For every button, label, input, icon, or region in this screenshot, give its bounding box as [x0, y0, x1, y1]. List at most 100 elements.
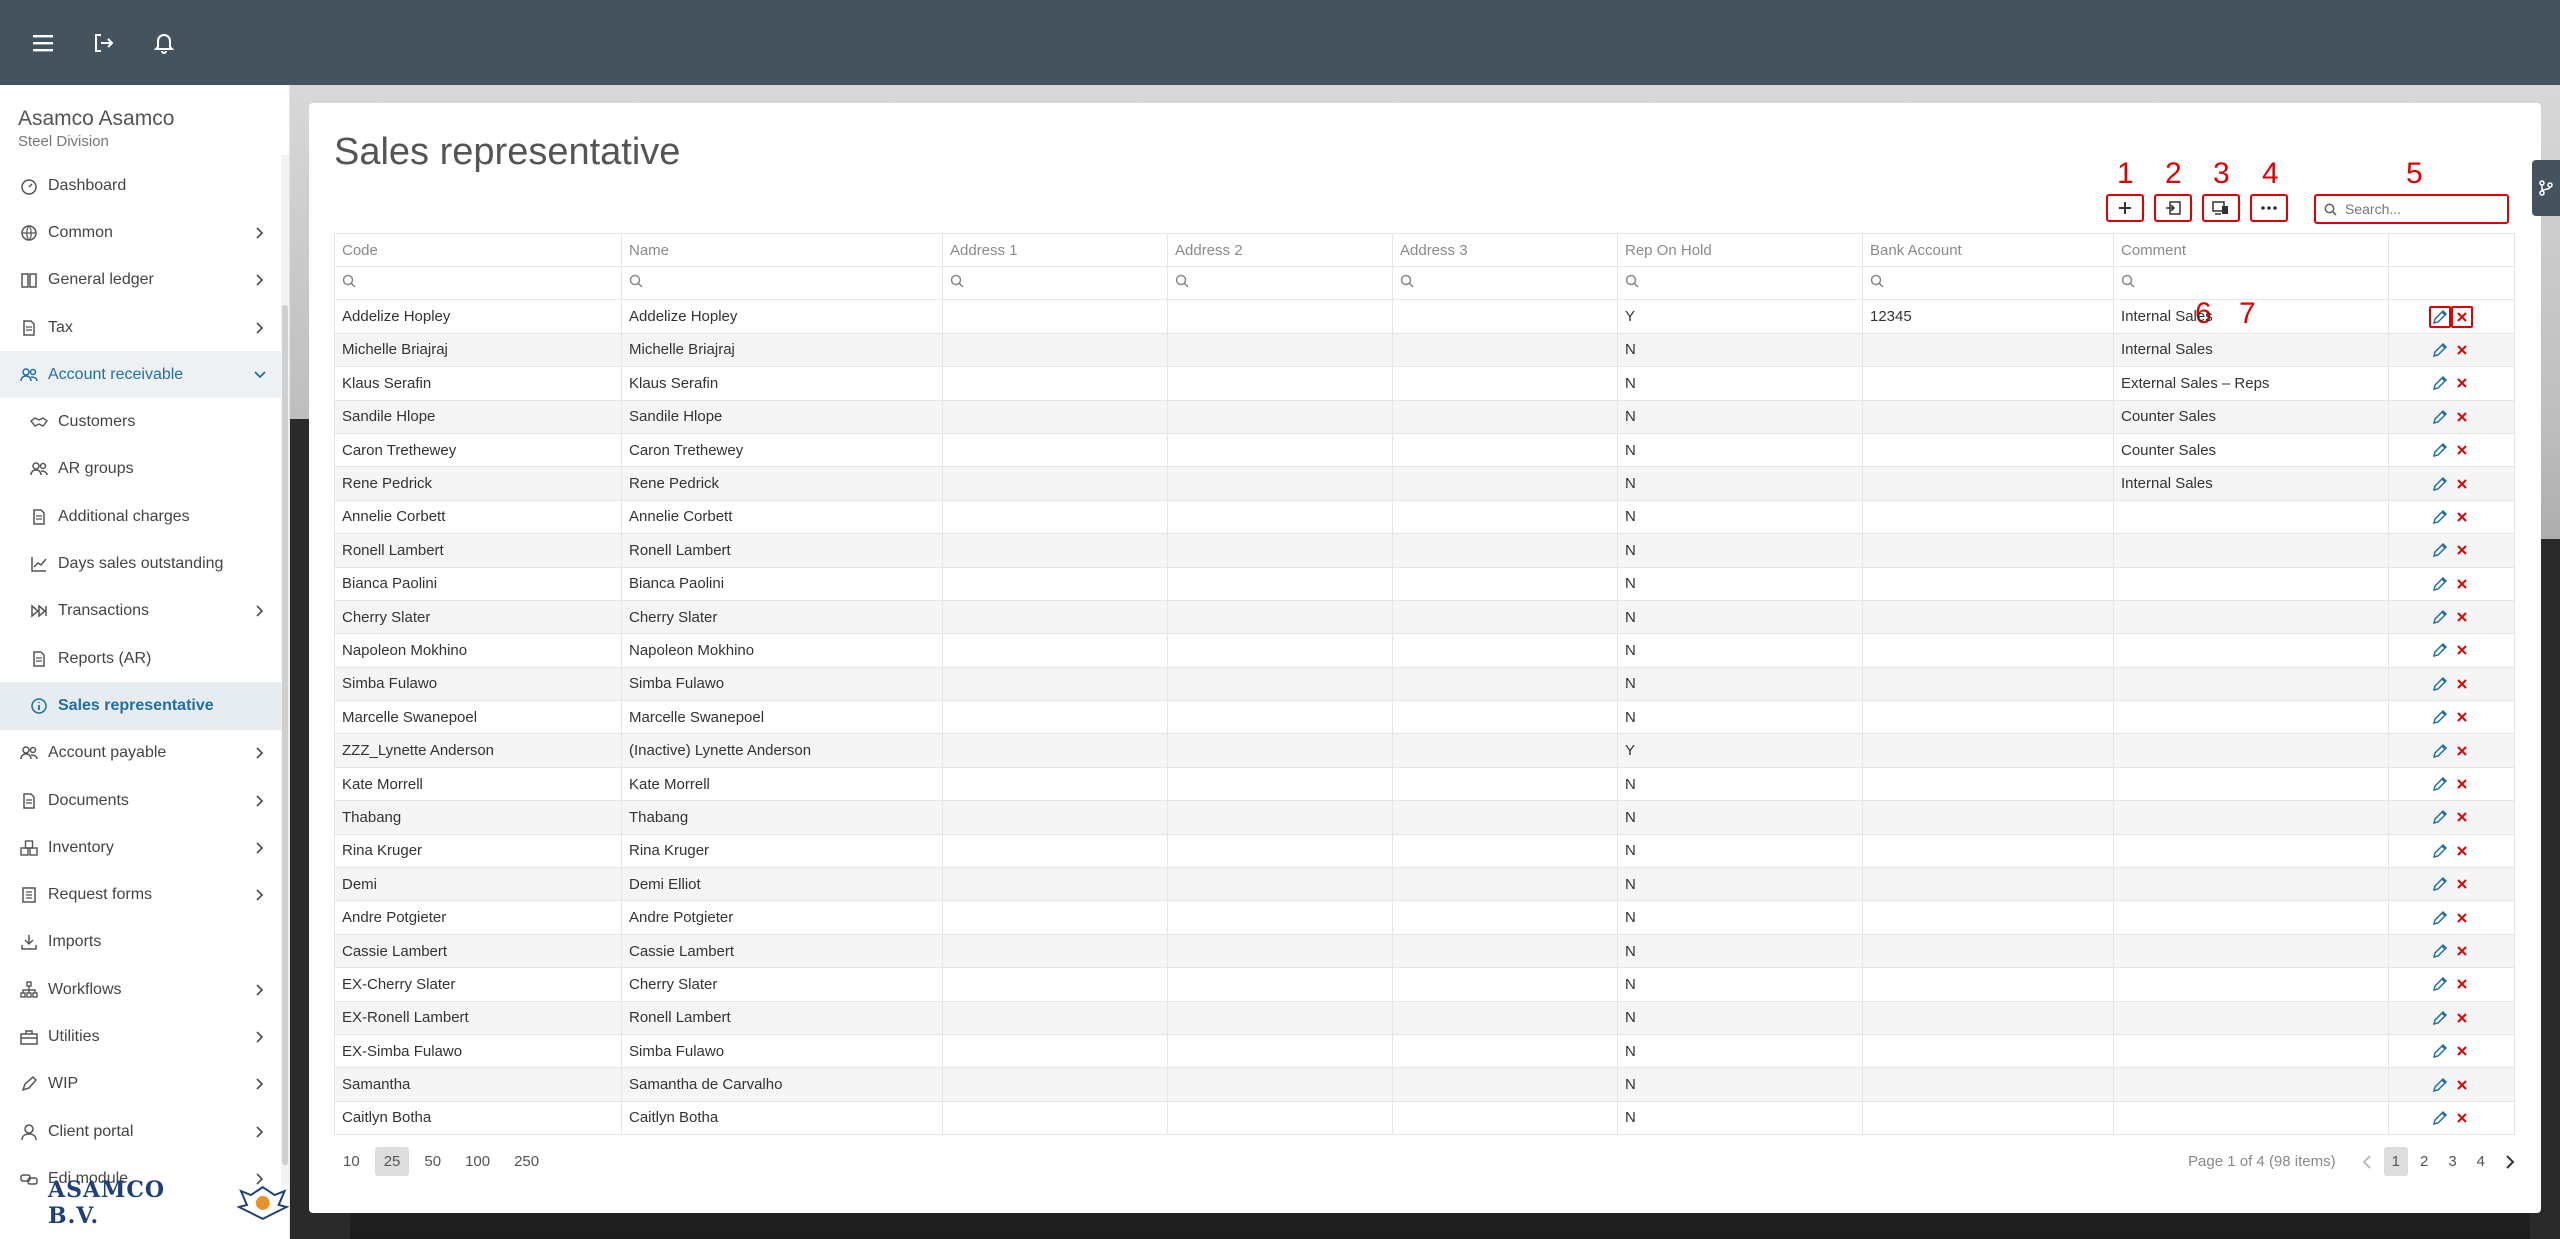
edit-button[interactable]: [2429, 706, 2451, 728]
delete-button[interactable]: [2451, 606, 2473, 628]
sidebar-scrollbar-thumb[interactable]: [282, 305, 288, 1165]
edit-button[interactable]: [2429, 339, 2451, 361]
edit-button[interactable]: [2429, 940, 2451, 962]
table-row[interactable]: Michelle Briajraj Michelle Briajraj N Inter…: [334, 332, 2515, 368]
column-header[interactable]: Address 1: [942, 232, 1168, 268]
table-row[interactable]: ZZZ_Lynette Anderson (Inactive) Lynette A…: [334, 733, 2515, 768]
edit-button[interactable]: [2429, 840, 2451, 862]
table-row[interactable]: Cherry Slater Cherry Slater N: [334, 599, 2515, 635]
delete-button[interactable]: [2451, 539, 2473, 561]
sidebar-item-tax[interactable]: Tax: [0, 304, 289, 351]
add-button[interactable]: [2106, 194, 2144, 222]
sidebar-item-account-payable[interactable]: Account payable: [0, 730, 289, 777]
sidebar-item-customers[interactable]: Customers: [0, 398, 289, 445]
sidebar-item-ar-groups[interactable]: AR groups: [0, 446, 289, 493]
sidebar-item-workflows[interactable]: Workflows: [0, 966, 289, 1013]
import-button[interactable]: [2154, 194, 2192, 222]
column-header[interactable]: Address 2: [1167, 232, 1393, 268]
page-number-button[interactable]: 4: [2469, 1147, 2493, 1176]
table-row[interactable]: Addelize Hopley Addelize Hopley Y 12345 Inte…: [334, 299, 2515, 334]
edit-button[interactable]: [2429, 773, 2451, 795]
page-number-button[interactable]: 1: [2383, 1147, 2408, 1176]
column-filter-cell[interactable]: [1862, 266, 2114, 301]
table-row[interactable]: Rina Kruger Rina Kruger N: [334, 833, 2515, 869]
column-filter-cell[interactable]: [334, 266, 622, 301]
search-input[interactable]: [2345, 201, 2495, 217]
sidebar-scrollbar[interactable]: [281, 155, 289, 1185]
delete-button[interactable]: [2451, 439, 2473, 461]
logout-icon[interactable]: [88, 27, 120, 59]
edit-button[interactable]: [2429, 1074, 2451, 1096]
column-chooser-button[interactable]: [2202, 194, 2240, 222]
previous-page-button[interactable]: [2356, 1151, 2378, 1173]
page-size-option[interactable]: 100: [456, 1147, 499, 1176]
page-size-option[interactable]: 10: [334, 1147, 369, 1176]
sidebar-item-days-sales-outstanding[interactable]: Days sales outstanding: [0, 540, 289, 587]
sidebar-item-imports[interactable]: Imports: [0, 919, 289, 966]
edit-button[interactable]: [2429, 372, 2451, 394]
delete-button[interactable]: [2451, 673, 2473, 695]
edit-button[interactable]: [2429, 1107, 2451, 1129]
delete-button[interactable]: [2451, 907, 2473, 929]
table-row[interactable]: EX-Cherry Slater Cherry Slater N: [334, 967, 2515, 1002]
more-options-button[interactable]: [2250, 194, 2288, 222]
edit-button[interactable]: [2429, 673, 2451, 695]
delete-button[interactable]: [2451, 406, 2473, 428]
delete-button[interactable]: [2451, 706, 2473, 728]
edit-button[interactable]: [2429, 973, 2451, 995]
delete-button[interactable]: [2451, 806, 2473, 828]
page-size-option[interactable]: 250: [505, 1147, 548, 1176]
delete-button[interactable]: [2451, 1107, 2473, 1129]
edit-button[interactable]: [2429, 439, 2451, 461]
edit-button[interactable]: [2429, 473, 2451, 495]
table-row[interactable]: EX-Ronell Lambert Ronell Lambert N: [334, 1000, 2515, 1035]
column-header[interactable]: Bank Account: [1862, 232, 2114, 268]
next-page-button[interactable]: [2499, 1151, 2521, 1173]
delete-button[interactable]: [2451, 639, 2473, 661]
delete-button[interactable]: [2451, 1074, 2473, 1096]
edit-button[interactable]: [2429, 740, 2451, 762]
column-header[interactable]: Comment: [2113, 232, 2389, 268]
sidebar-item-request-forms[interactable]: Request forms: [0, 871, 289, 918]
delete-button[interactable]: [2451, 873, 2473, 895]
delete-button[interactable]: [2451, 1007, 2473, 1029]
column-filter-cell[interactable]: [621, 266, 943, 301]
delete-button[interactable]: [2451, 573, 2473, 595]
sidebar-item-account-receivable[interactable]: Account receivable: [0, 351, 289, 399]
table-row[interactable]: Andre Potgieter Andre Potgieter N: [334, 900, 2515, 935]
table-row[interactable]: Samantha Samantha de Carvalho N: [334, 1067, 2515, 1102]
delete-button[interactable]: [2451, 840, 2473, 862]
table-row[interactable]: Marcelle Swanepoel Marcelle Swanepoel N: [334, 700, 2515, 735]
sidebar-item-common[interactable]: Common: [0, 209, 289, 256]
edit-button[interactable]: [2429, 305, 2451, 328]
column-header[interactable]: Address 3: [1392, 232, 1618, 268]
table-row[interactable]: Klaus Serafin Klaus Serafin N External Sale…: [334, 366, 2515, 401]
delete-button[interactable]: [2451, 973, 2473, 995]
edit-button[interactable]: [2429, 639, 2451, 661]
table-row[interactable]: Bianca Paolini Bianca Paolini N: [334, 566, 2515, 601]
edit-button[interactable]: [2429, 406, 2451, 428]
sidebar-item-client-portal[interactable]: Client portal: [0, 1108, 289, 1155]
sidebar-item-documents[interactable]: Documents: [0, 777, 289, 824]
bell-icon[interactable]: [148, 27, 180, 59]
delete-button[interactable]: [2451, 339, 2473, 361]
edit-button[interactable]: [2429, 506, 2451, 528]
table-row[interactable]: Caron Trethewey Caron Trethewey N Counter S…: [334, 432, 2515, 468]
sidebar-item-reports-ar[interactable]: Reports (AR): [0, 635, 289, 682]
column-filter-cell[interactable]: [1392, 266, 1618, 301]
table-row[interactable]: Thabang Thabang N: [334, 800, 2515, 835]
edit-button[interactable]: [2429, 806, 2451, 828]
edit-button[interactable]: [2429, 573, 2451, 595]
table-row[interactable]: Simba Fulawo Simba Fulawo N: [334, 666, 2515, 702]
table-row[interactable]: Ronell Lambert Ronell Lambert N: [334, 533, 2515, 568]
sidebar-item-wip[interactable]: WIP: [0, 1061, 289, 1108]
column-filter-cell[interactable]: [1617, 266, 1863, 301]
column-header[interactable]: Rep On Hold: [1617, 232, 1863, 268]
column-filter-cell[interactable]: [942, 266, 1168, 301]
delete-button[interactable]: [2451, 940, 2473, 962]
sidebar-item-inventory[interactable]: Inventory: [0, 824, 289, 871]
table-row[interactable]: EX-Simba Fulawo Simba Fulawo N: [334, 1033, 2515, 1069]
search-field[interactable]: [2314, 194, 2509, 224]
delete-button[interactable]: [2451, 506, 2473, 528]
table-row[interactable]: Cassie Lambert Cassie Lambert N: [334, 933, 2515, 969]
